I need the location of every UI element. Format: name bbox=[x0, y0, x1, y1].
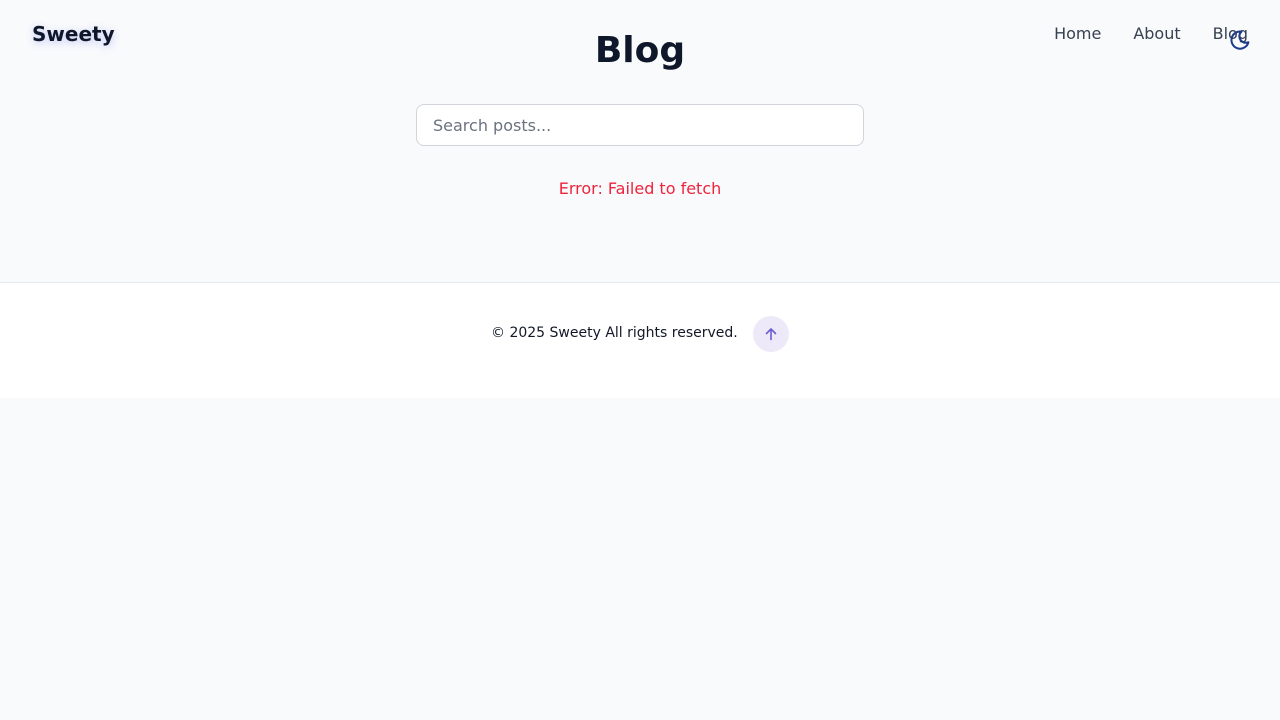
footer: © 2025 Sweety All rights reserved. bbox=[0, 282, 1280, 398]
back-to-top-button[interactable] bbox=[753, 316, 789, 352]
search-input[interactable] bbox=[416, 104, 864, 146]
page-title: Blog bbox=[594, 30, 686, 71]
arrow-up-icon bbox=[765, 328, 777, 341]
error-message: Error: Failed to fetch bbox=[558, 179, 722, 198]
copyright-text: © 2025 Sweety All rights reserved. bbox=[491, 325, 738, 341]
page: Sweety Home About Blog Blog Error: Faile… bbox=[0, 0, 1280, 720]
